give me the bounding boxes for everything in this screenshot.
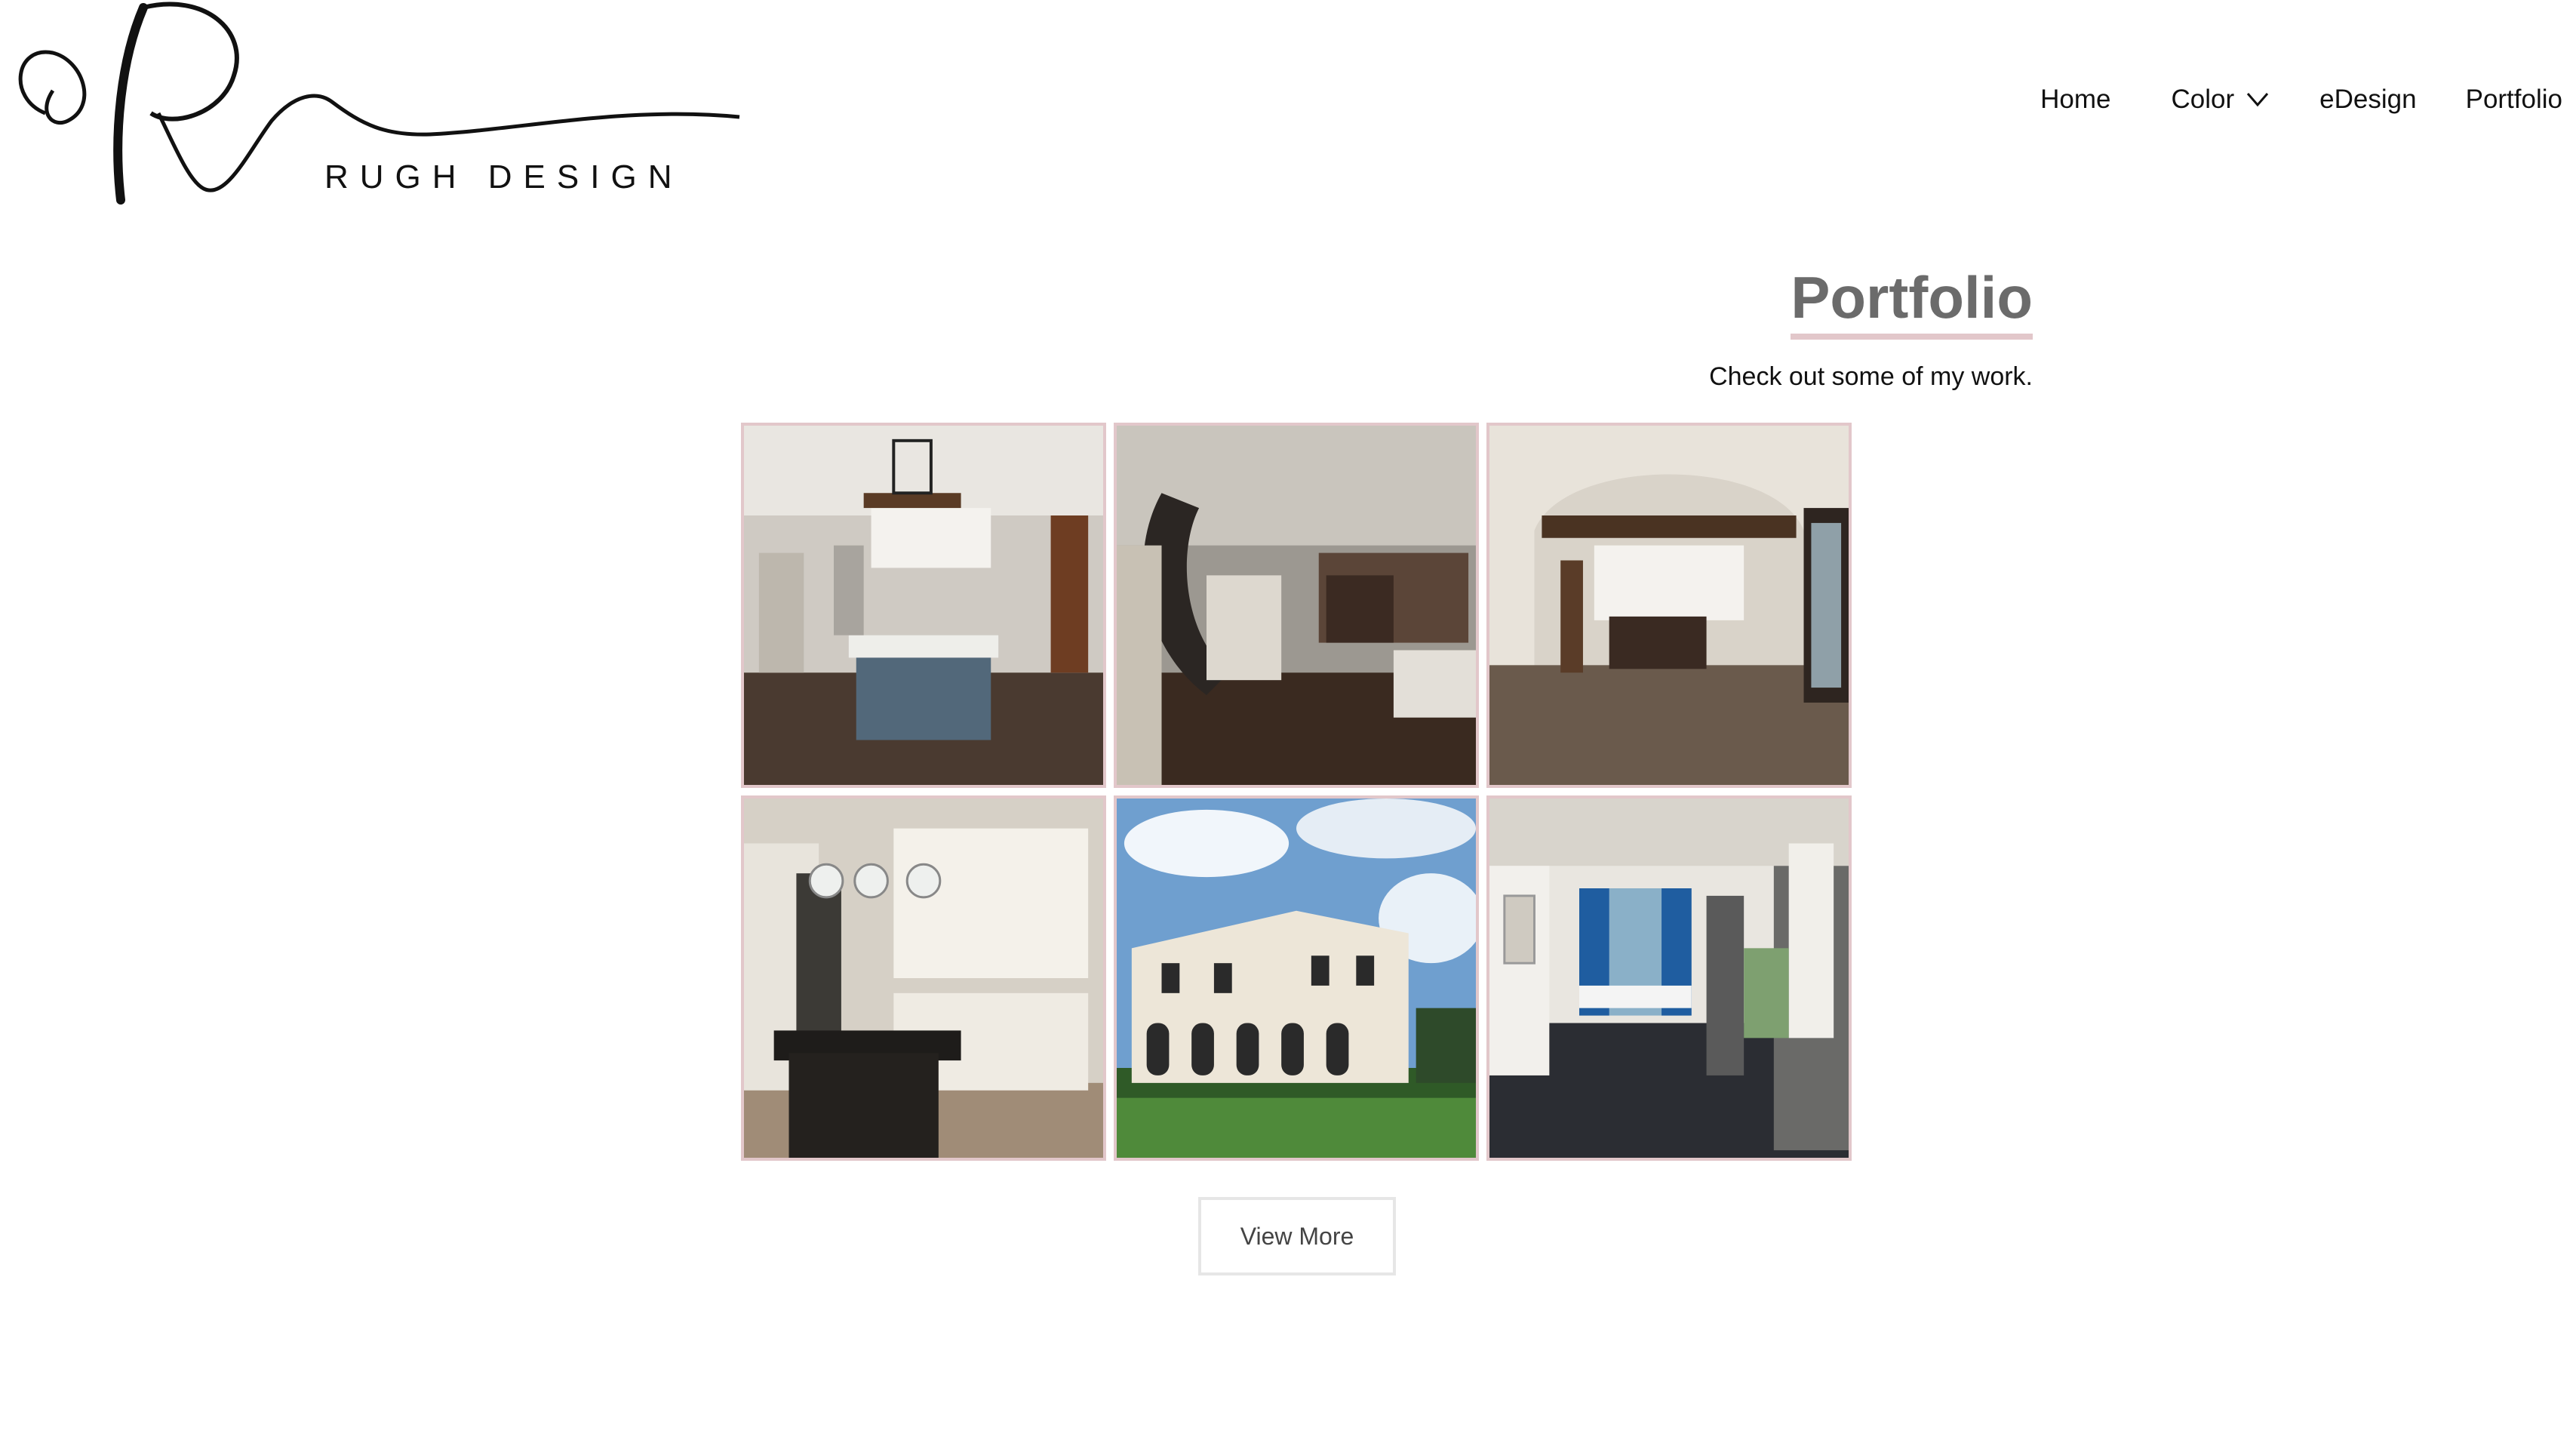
nav-item-edesign[interactable]: eDesign (2319, 85, 2416, 115)
portfolio-tile[interactable] (741, 795, 1106, 1161)
nav-item-color[interactable]: Color (2172, 85, 2271, 115)
page-title: Portfolio (1791, 263, 2033, 340)
nav-item-label: Home (2040, 85, 2111, 114)
portfolio-tile[interactable] (1486, 795, 1852, 1161)
chevron-down-icon (2247, 93, 2269, 107)
portfolio-grid (741, 423, 1852, 1161)
porch-photo-icon (1489, 799, 1849, 1158)
nav-item-label: Color (2171, 85, 2235, 114)
house-exterior-photo-icon (1117, 799, 1476, 1158)
main-nav: Home Color eDesign Portfolio (2040, 85, 2562, 115)
nav-item-portfolio[interactable]: Portfolio (2466, 85, 2562, 115)
portfolio-tile[interactable] (1114, 795, 1479, 1161)
portfolio-tile[interactable] (1114, 423, 1479, 788)
kitchen-photo-icon (744, 426, 1103, 785)
nav-item-label: eDesign (2319, 85, 2417, 114)
view-more-button[interactable]: View More (1198, 1197, 1396, 1275)
nav-item-label: Portfolio (2465, 85, 2562, 114)
kitchen-photo-icon (1489, 426, 1849, 785)
portfolio-tile[interactable] (1486, 423, 1852, 788)
page-subtitle: Check out some of my work. (1709, 362, 2033, 391)
staircase-photo-icon (1117, 426, 1476, 785)
page: RUGH DESIGN Home Color eDesign Portfolio… (0, 0, 2576, 1437)
nav-item-home[interactable]: Home (2040, 85, 2110, 115)
kitchen-photo-icon (744, 799, 1103, 1158)
brand-name: RUGH DESIGN (324, 158, 684, 195)
brand-logo[interactable]: RUGH DESIGN (8, 0, 747, 219)
portfolio-tile[interactable] (741, 423, 1106, 788)
